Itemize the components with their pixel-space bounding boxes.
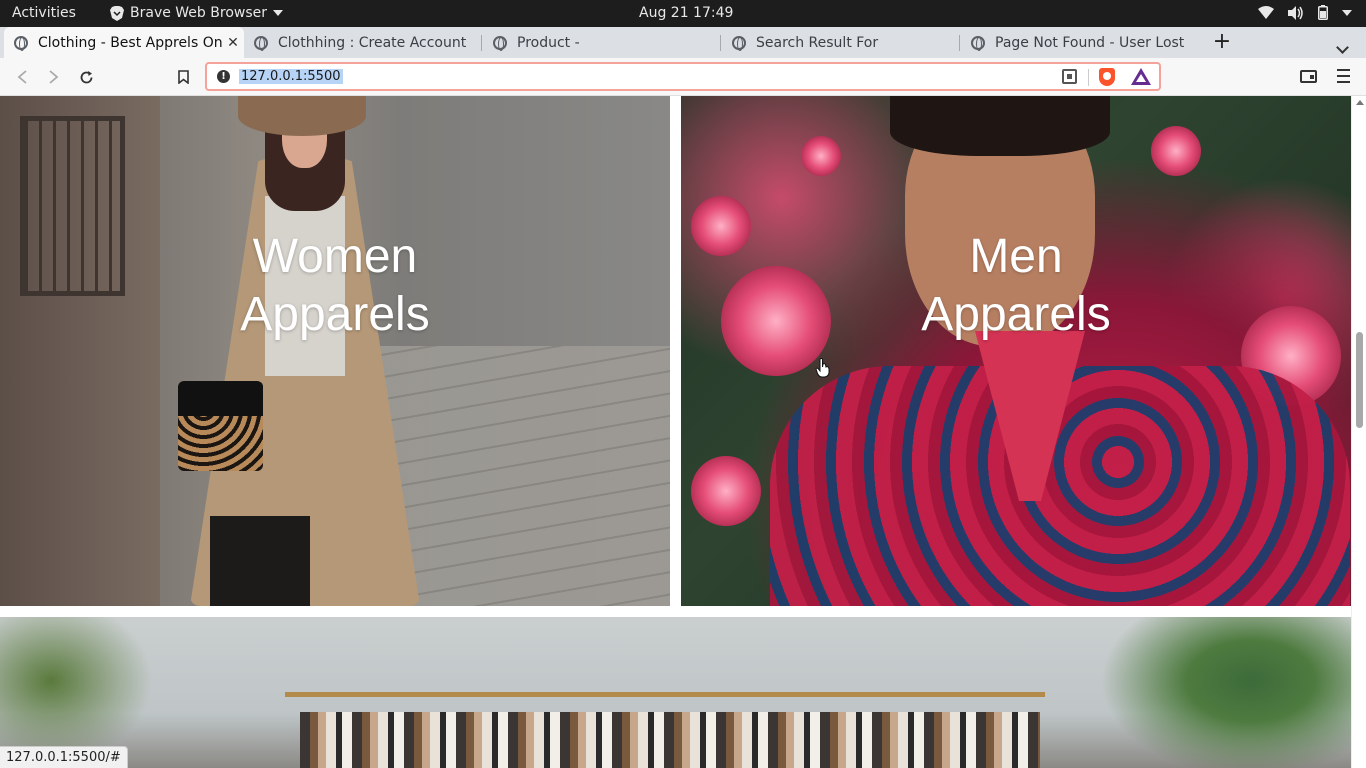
brave-rewards-icon[interactable] [1131, 68, 1151, 85]
brave-lion-icon [110, 5, 124, 21]
menu-icon[interactable] [1337, 69, 1350, 87]
tab-title: Product - [517, 34, 580, 51]
tab-clothing-home[interactable]: Clothing - Best Apprels On ✕ [4, 27, 244, 58]
hanging-clothes-image [300, 712, 1040, 768]
reload-icon [80, 70, 92, 83]
page-scrollbar[interactable] [1351, 96, 1366, 768]
hand-cursor-icon [815, 358, 830, 378]
system-tray[interactable] [1258, 5, 1352, 20]
volume-icon [1288, 5, 1303, 20]
flower-image [691, 456, 761, 526]
wifi-icon [1258, 6, 1274, 19]
tab-create-account[interactable]: Clothhing : Create Account [244, 27, 479, 58]
scroll-up-arrow-icon[interactable] [1356, 100, 1364, 105]
wallet-icon[interactable] [1300, 70, 1317, 83]
qr-code-icon[interactable] [1062, 69, 1077, 84]
tab-list-chevron-icon[interactable] [1336, 37, 1349, 56]
tab-divider [720, 35, 721, 51]
tab-divider [481, 35, 482, 51]
tab-product[interactable]: Product - [483, 27, 718, 58]
tab-title: Clothing - Best Apprels On [38, 34, 222, 51]
activities-button[interactable]: Activities [12, 5, 76, 21]
tab-divider [959, 35, 960, 51]
globe-icon [14, 35, 28, 51]
scrollbar-thumb[interactable] [1356, 332, 1363, 428]
tab-title: Page Not Found - User Lost [995, 34, 1185, 51]
site-info-icon[interactable]: ! [217, 70, 230, 83]
app-menu-caret-icon [273, 10, 283, 16]
man-hair-image [890, 96, 1110, 156]
card-label-line: Apparels [921, 288, 1111, 341]
plant-image [1100, 617, 1351, 768]
hat-image [238, 96, 366, 136]
address-bar[interactable]: ! 127.0.0.1:5500 [205, 62, 1161, 91]
women-apparels-card[interactable]: Women Apparels [0, 96, 670, 606]
globe-icon [493, 35, 507, 51]
men-apparels-card[interactable]: Men Apparels [681, 96, 1351, 606]
battery-icon [1318, 5, 1328, 20]
globe-icon [254, 35, 268, 51]
card-label-line: Apparels [240, 288, 430, 341]
clock[interactable]: Aug 21 17:49 [639, 5, 733, 21]
tab-page-not-found[interactable]: Page Not Found - User Lost [961, 27, 1201, 58]
new-tab-button[interactable]: + [1212, 30, 1232, 54]
handbag-top-image [178, 381, 263, 416]
url-text[interactable]: 127.0.0.1:5500 [239, 69, 343, 84]
app-menu[interactable]: Brave Web Browser [110, 5, 283, 21]
system-menu-caret-icon [1342, 9, 1352, 16]
globe-icon [971, 35, 985, 51]
back-arrow-icon [17, 70, 27, 84]
close-tab-icon[interactable]: ✕ [222, 35, 244, 51]
clothing-rack-image [285, 692, 1045, 697]
link-status-bubble: 127.0.0.1:5500/# [0, 746, 128, 768]
legs-image [210, 516, 310, 606]
back-button[interactable] [11, 66, 33, 88]
bookmark-icon [177, 70, 189, 84]
card-label-line: Men [969, 230, 1063, 283]
bookmark-button[interactable] [172, 66, 194, 88]
tab-title: Clothhing : Create Account [278, 34, 467, 51]
page-viewport: Women Apparels Men Apparels [0, 96, 1351, 768]
women-apparels-label: Women Apparels [0, 228, 670, 344]
address-bar-divider [1088, 69, 1089, 86]
system-top-bar: Activities Brave Web Browser Aug 21 17:4… [0, 0, 1366, 27]
flower-image [1151, 126, 1201, 176]
browser-toolbar: ! 127.0.0.1:5500 [0, 58, 1366, 96]
card-label-line: Women [252, 230, 418, 283]
forward-button[interactable] [43, 66, 65, 88]
forward-arrow-icon [49, 70, 59, 84]
reload-button[interactable] [75, 66, 97, 88]
tab-search-result[interactable]: Search Result For [722, 27, 957, 58]
brave-shields-icon[interactable] [1099, 68, 1115, 86]
tab-strip: Clothing - Best Apprels On ✕ Clothhing :… [0, 27, 1366, 58]
app-name: Brave Web Browser [130, 5, 267, 21]
globe-icon [732, 35, 746, 51]
men-apparels-label: Men Apparels [681, 228, 1351, 344]
flower-image [801, 136, 841, 176]
clothing-rack-banner[interactable] [0, 617, 1351, 768]
tab-title: Search Result For [756, 34, 879, 51]
